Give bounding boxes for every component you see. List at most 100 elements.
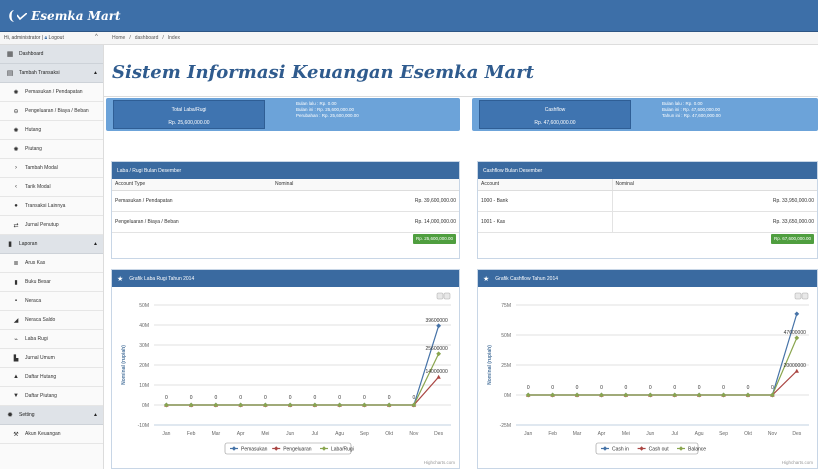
star-icon: ★ — [483, 275, 490, 283]
sidebar-item-pemasukan-pendapatan[interactable]: ✺ Pemasukan / Pendapatan — [0, 83, 103, 102]
x-tick-label: Des — [434, 431, 443, 437]
data-label: 0 — [190, 395, 193, 401]
x-tick-label: Apr — [237, 431, 245, 437]
legend-item[interactable]: Cash out — [649, 447, 670, 453]
data-point[interactable] — [436, 351, 442, 357]
sidebar-item-akun-keuangan[interactable]: ⚒ Akun Keuangan — [0, 425, 103, 444]
sidebar-item-setting[interactable]: ✹ Setting ▲ — [0, 406, 103, 425]
y-tick-label: 25M — [501, 363, 511, 369]
data-point[interactable] — [794, 335, 800, 341]
chart-credits[interactable]: Highcharts.com — [424, 460, 456, 465]
brand-logo[interactable]: ( Esemka Mart — [8, 8, 121, 24]
download-icon[interactable] — [443, 292, 451, 300]
sidebar-item-arus-kas[interactable]: ≣ Arus Kas — [0, 254, 103, 273]
data-point[interactable] — [436, 374, 441, 379]
breadcrumb-home[interactable]: Home — [112, 35, 125, 41]
legend-item[interactable]: Cash in — [612, 447, 629, 453]
sidebar-item-piutang[interactable]: ✺ Piutang — [0, 140, 103, 159]
sidebar-item-transaksi-lainnya[interactable]: ● Transaksi Lainnya — [0, 197, 103, 216]
sidebar-item-label: Laporan — [19, 241, 38, 247]
total-row: Rp. 25,600,000.00 — [112, 233, 459, 246]
sidebar-item-dashboard[interactable]: ▦ Dashboard — [0, 45, 103, 64]
x-tick-label: Mar — [212, 431, 221, 437]
breadcrumb-separator: / — [162, 35, 164, 41]
data-label: 0 — [338, 395, 341, 401]
summary-labarugi-box: Total Laba/Rugi Rp. 25,600,000.00 — [113, 100, 265, 129]
summary-labarugi-value: Rp. 25,600,000.00 — [168, 120, 210, 126]
balance-icon: ▪ — [14, 298, 18, 304]
y-tick-label: 30M — [139, 343, 149, 349]
cell-account: Pemasukan / Pendapatan — [112, 190, 272, 212]
sidebar-item-tambah-modal[interactable]: › Tambah Modal — [0, 159, 103, 178]
chevron-up-icon[interactable]: ▲ — [93, 412, 98, 418]
print-icon[interactable] — [794, 292, 802, 300]
cell-nominal: Rp. 33,650,000.00 — [611, 211, 817, 233]
legend-item[interactable]: Laba/Rugi — [331, 447, 354, 453]
area-chart-icon: ◢ — [13, 317, 19, 324]
data-label: 14000000 — [426, 369, 448, 375]
sidebar-item-daftar-hutang[interactable]: ▲ Daftar Hutang — [0, 368, 103, 387]
total-badge: Rp. 67,600,000.00 — [770, 233, 814, 244]
column-header: Account Type — [112, 179, 272, 191]
tools-icon: ⚒ — [13, 431, 19, 438]
data-label: 0 — [649, 385, 652, 391]
cell-nominal: Rp. 39,600,000.00 — [272, 190, 459, 212]
chart-heading: Grafik Cashflow Tahun 2014 — [495, 275, 559, 282]
sidebar-item-label: Pengeluaran / Biaya / Beban — [25, 108, 89, 114]
labarugi-chart-panel: ★ Grafik Laba Rugi Tahun 2014 -10M 0M 10M 2… — [111, 269, 460, 469]
x-tick-label: Mei — [622, 431, 630, 437]
cell-nominal: Rp. 33,950,000.00 — [611, 190, 817, 212]
x-tick-label: Feb — [548, 431, 557, 437]
sidebar-item-neraca-saldo[interactable]: ◢ Neraca Saldo — [0, 311, 103, 330]
chevron-up-icon[interactable]: ▲ — [93, 70, 98, 76]
data-label: 0 — [289, 395, 292, 401]
download-icon[interactable] — [801, 292, 809, 300]
data-point[interactable] — [794, 368, 799, 373]
book-icon: ▮ — [14, 279, 18, 286]
sidebar-item-tarik-modal[interactable]: ‹ Tarik Modal — [0, 178, 103, 197]
column-header: Nominal — [272, 179, 459, 191]
sidebar-item-tambah-transaksi[interactable]: ▤ Tambah Transaksi ▲ — [0, 64, 103, 83]
sidebar-item-label: Neraca Saldo — [25, 317, 56, 323]
table-row: Pemasukan / Pendapatan Rp. 39,600,000.00 — [112, 190, 459, 212]
x-tick-label: Mar — [573, 431, 582, 437]
x-tick-label: Agu — [335, 431, 344, 437]
logout-link[interactable]: Logout — [49, 35, 64, 41]
data-point[interactable] — [794, 311, 800, 317]
breadcrumb-dashboard[interactable]: dashboard — [135, 35, 159, 41]
sidebar-item-buku-besar[interactable]: ▮ Buku Besar — [0, 273, 103, 292]
sidebar-item-neraca[interactable]: ▪ Neraca — [0, 292, 103, 311]
data-label: 0 — [527, 385, 530, 391]
sidebar-item-label: Daftar Hutang — [25, 374, 57, 380]
sidebar-item-laba-rugi[interactable]: ⌁ Laba Rugi — [0, 330, 103, 349]
chart-credits[interactable]: Highcharts.com — [782, 460, 814, 465]
breadcrumb: Home / dashboard / Index — [112, 35, 180, 41]
sidebar-collapse-icon[interactable]: ^ — [95, 34, 98, 40]
column-header: Account — [478, 179, 612, 191]
table-row: Pengeluaran / Biaya / Beban Rp. 14,000,0… — [112, 211, 459, 233]
sidebar-item-pengeluaran-biaya-beban[interactable]: ⊖ Pengeluaran / Biaya / Beban — [0, 102, 103, 121]
sidebar-item-hutang[interactable]: ✺ Hutang — [0, 121, 103, 140]
sidebar-item-label: Buku Besar — [25, 279, 51, 285]
sidebar-item-jurnal-penutup[interactable]: ⇄ Jurnal Penutup — [0, 216, 103, 235]
data-label: 0 — [214, 395, 217, 401]
legend-item[interactable]: Balance — [688, 447, 706, 453]
print-icon[interactable] — [436, 292, 444, 300]
sidebar-item-jurnal-umum[interactable]: ▙ Jurnal Umum — [0, 349, 103, 368]
chevron-up-icon[interactable]: ▲ — [93, 241, 98, 247]
legend-item[interactable]: Pemasukan — [241, 447, 268, 453]
labarugi-table: Account Type Nominal Pemasukan / Pendapa… — [112, 179, 459, 233]
user-greeting: Hi, administrator | — [4, 35, 44, 41]
sidebar-item-label: Piutang — [25, 146, 42, 152]
data-label: 25600000 — [426, 346, 448, 352]
sub-header-bar: Hi, administrator | 🔒︎ Logout ^ Home / d… — [0, 32, 818, 45]
sidebar-item-laporan[interactable]: ▮ Laporan ▲ — [0, 235, 103, 254]
x-tick-label: Agu — [695, 431, 704, 437]
sidebar-item-daftar-piutang[interactable]: ▼ Daftar Piutang — [0, 387, 103, 406]
legend-item[interactable]: Pengeluaran — [283, 447, 312, 453]
x-tick-label: Sep — [360, 431, 369, 437]
summary-detail-line: Tahun ini : Rp. 47,600,000.00 — [662, 113, 721, 118]
data-point[interactable] — [436, 323, 442, 329]
series-line — [528, 337, 798, 396]
logo-mark-icon — [17, 12, 28, 20]
